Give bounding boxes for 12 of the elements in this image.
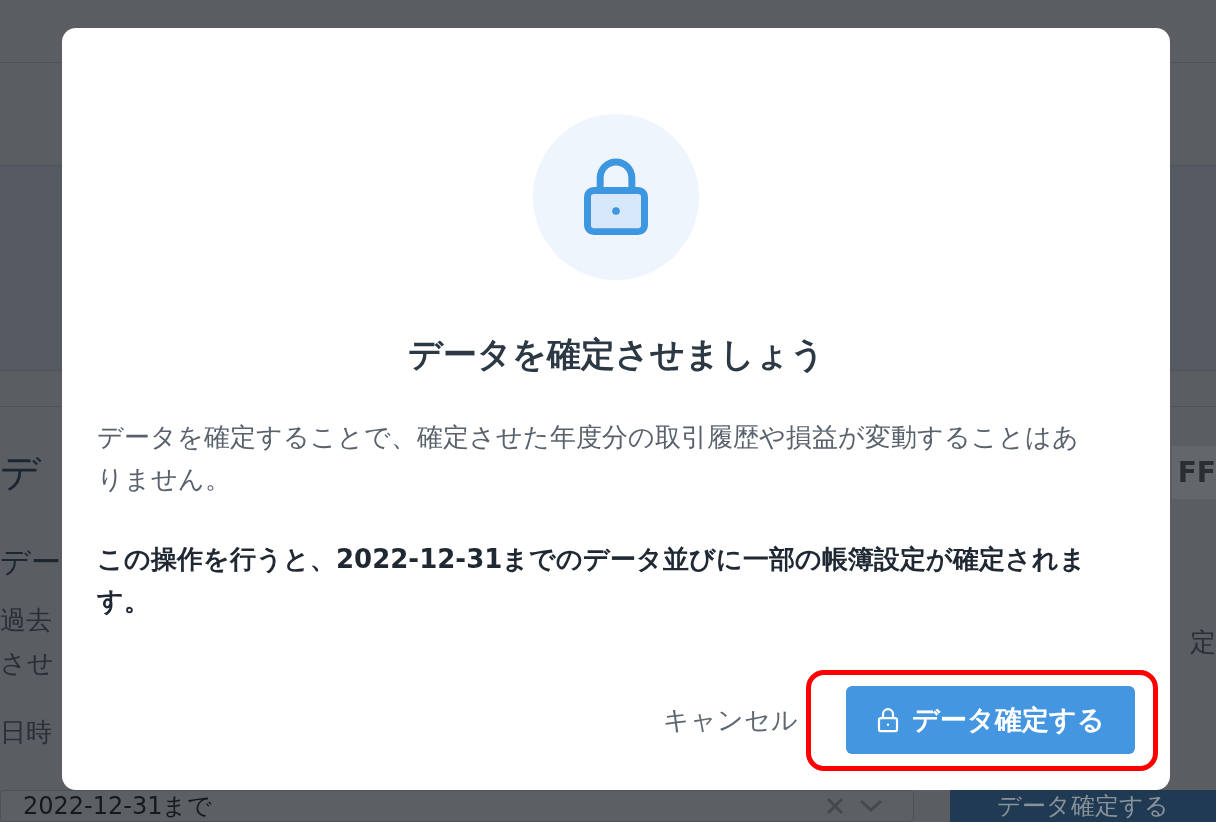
section-heading: デー xyxy=(0,542,61,581)
dialog-notice-text: この操作を行うと、2022-12-31までのデータ並びに一部の帳簿設定が確定されます。 xyxy=(97,543,1088,618)
dialog-body-text: データを確定することで、確定させた年度分の取引履歴や損益が変動することはありません。 xyxy=(97,421,1080,496)
page-heading: デ xyxy=(0,447,41,497)
cancel-button[interactable]: キャンセル xyxy=(663,702,798,738)
lock-icon xyxy=(876,706,900,734)
date-select[interactable]: 2022-12-31まで xyxy=(0,790,914,822)
dialog-title: データを確定させましょう xyxy=(407,333,825,376)
confirm-button[interactable]: データ確定する xyxy=(846,686,1135,754)
chevron-down-icon[interactable] xyxy=(859,799,883,813)
toggle-label: FF xyxy=(1171,445,1216,499)
confirm-data-button[interactable]: データ確定する xyxy=(950,790,1216,822)
